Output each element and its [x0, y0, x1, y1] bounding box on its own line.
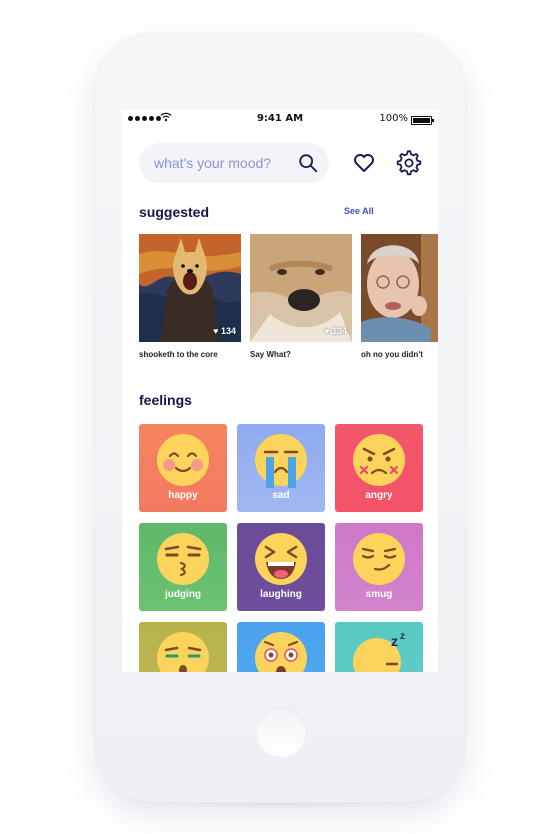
tile-label: judging	[164, 589, 202, 600]
worried-face-icon	[157, 632, 209, 672]
crying-face-icon	[255, 434, 307, 488]
heart-icon[interactable]	[352, 151, 376, 175]
judging-face-icon	[157, 533, 209, 585]
search-bar[interactable]: what's your mood?	[139, 143, 329, 183]
svg-text:z: z	[391, 633, 398, 649]
see-all-link[interactable]: See All	[344, 206, 374, 216]
suggested-card-2[interactable]: ♥ 134	[250, 234, 352, 342]
feeling-tile-judging[interactable]: judging	[139, 523, 227, 611]
search-icon[interactable]	[297, 152, 319, 174]
smug-face-icon	[353, 533, 405, 585]
shocked-face-icon	[255, 632, 307, 672]
tile-label: happy	[168, 490, 198, 501]
search-placeholder[interactable]: what's your mood?	[154, 155, 271, 171]
happy-face-icon	[157, 434, 209, 486]
status-bar: 9:41 AM 100%	[122, 110, 438, 128]
feeling-tile-sad[interactable]: sad	[237, 424, 325, 512]
card-caption: Say What?	[250, 350, 291, 359]
suggested-title: suggested	[139, 204, 210, 220]
tile-label: laughing	[260, 589, 302, 600]
card-caption: oh no you didn't	[361, 350, 423, 359]
sleepy-face-icon: z z	[353, 631, 405, 672]
tile-label: smug	[365, 589, 393, 600]
home-button[interactable]	[256, 707, 306, 757]
feeling-tile-7[interactable]	[139, 622, 227, 672]
angry-face-icon	[353, 434, 405, 486]
feeling-tile-9[interactable]: z z	[335, 622, 423, 672]
suggested-card-3[interactable]	[361, 234, 438, 342]
likes-count: ♥ 134	[213, 326, 236, 336]
battery-percent: 100%	[379, 113, 408, 124]
svg-text:z: z	[400, 631, 405, 642]
battery-icon	[411, 116, 434, 125]
laughing-face-icon	[255, 533, 307, 585]
app-screen: 9:41 AM 100% what's your mood? suggested…	[122, 110, 438, 672]
card-caption: shooketh to the core	[139, 350, 218, 359]
gear-icon[interactable]	[396, 150, 422, 176]
suggested-card-1[interactable]: ♥ 134	[139, 234, 241, 342]
feeling-tile-smug[interactable]: smug	[335, 523, 423, 611]
feelings-title: feelings	[139, 392, 192, 408]
feeling-tile-happy[interactable]: happy	[139, 424, 227, 512]
tile-label: angry	[365, 490, 393, 501]
feeling-tile-laughing[interactable]: laughing	[237, 523, 325, 611]
tile-label: sad	[272, 490, 290, 501]
feeling-tile-8[interactable]	[237, 622, 325, 672]
likes-count: ♥ 134	[324, 326, 347, 336]
gif-thumbnail	[361, 234, 438, 342]
feeling-tile-angry[interactable]: angry	[335, 424, 423, 512]
